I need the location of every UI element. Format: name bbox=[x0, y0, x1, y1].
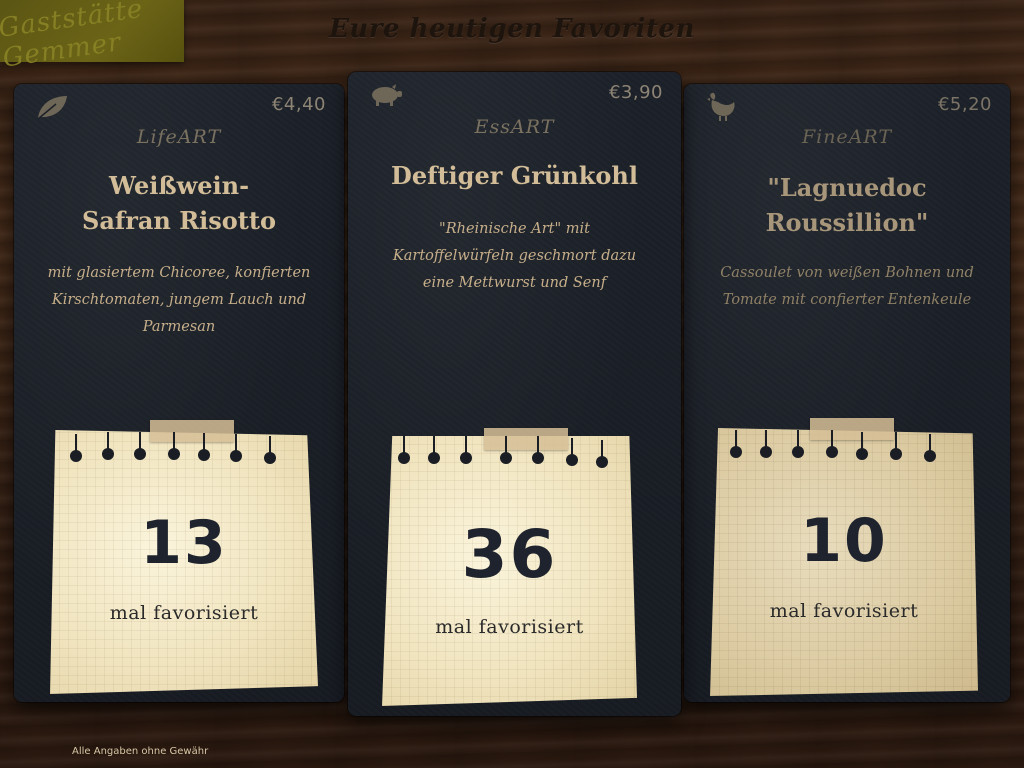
binder-hole bbox=[856, 432, 868, 460]
dish-name-line: Weißwein- bbox=[108, 171, 250, 200]
description-line: Cassoulet von weißen Bohnen und bbox=[720, 265, 974, 281]
dish-name-line: Deftiger Grünkohl bbox=[391, 161, 638, 190]
binder-hole bbox=[460, 436, 472, 464]
binder-hole bbox=[134, 432, 146, 460]
dish-name-line: "Lagnuedoc bbox=[767, 173, 927, 202]
description-line: eine Mettwurst und Senf bbox=[422, 275, 607, 291]
description-line: mit glasiertem Chicoree, konfierten bbox=[47, 265, 311, 281]
description-line: Kirschtomaten, jungem Lauch und bbox=[51, 292, 307, 308]
dish-description: Cassoulet von weißen Bohnen und Tomate m… bbox=[706, 260, 988, 314]
binder-hole bbox=[566, 438, 578, 466]
binder-hole bbox=[198, 433, 210, 461]
favorite-card-fineart[interactable]: €5,20 FineART "Lagnuedoc Roussillion" Ca… bbox=[684, 84, 1010, 702]
dish-description: "Rheinische Art" mit Kartoffelwürfeln ge… bbox=[370, 216, 659, 297]
description-line: Kartoffelwürfeln geschmort dazu bbox=[392, 248, 637, 264]
description-line: "Rheinische Art" mit bbox=[439, 221, 590, 237]
price: €5,20 bbox=[937, 94, 992, 115]
binder-hole bbox=[730, 430, 742, 458]
category-label: FineART bbox=[801, 126, 893, 148]
favorite-card-lifeart[interactable]: €4,40 LifeART Weißwein- Safran Risotto m… bbox=[14, 84, 344, 702]
chicken-icon bbox=[707, 92, 735, 121]
favorite-count: 36 bbox=[461, 516, 558, 593]
binder-hole bbox=[230, 434, 242, 462]
binder-hole bbox=[890, 432, 902, 460]
binder-hole bbox=[500, 436, 512, 464]
pig-icon bbox=[372, 84, 402, 106]
favorite-count-note: 36 mal favorisiert bbox=[382, 436, 637, 706]
disclaimer-text: Alle Angaben ohne Gewähr bbox=[72, 746, 209, 757]
category-label: EssART bbox=[474, 116, 555, 138]
binder-hole bbox=[760, 430, 772, 458]
dish-name-line: Safran Risotto bbox=[82, 206, 276, 235]
description-line: Tomate mit confierter Entenkeule bbox=[722, 292, 972, 308]
favorite-count-label: mal favorisiert bbox=[435, 616, 584, 638]
tape-strip bbox=[810, 418, 894, 440]
leaf-icon bbox=[37, 96, 67, 120]
dish-name: Deftiger Grünkohl bbox=[358, 158, 671, 193]
binder-hole bbox=[168, 432, 180, 460]
binder-hole bbox=[264, 436, 276, 464]
favorite-count: 13 bbox=[140, 508, 228, 578]
favorite-count: 10 bbox=[800, 506, 888, 576]
binder-hole bbox=[532, 436, 544, 464]
page-title: Eure heutigen Favoriten bbox=[329, 14, 695, 44]
description-line: Parmesan bbox=[142, 319, 216, 335]
price: €4,40 bbox=[271, 94, 326, 115]
tape-strip bbox=[150, 420, 234, 442]
binder-hole bbox=[924, 434, 936, 462]
binder-hole bbox=[70, 434, 82, 462]
binder-hole bbox=[428, 436, 440, 464]
binder-hole bbox=[826, 430, 838, 458]
dish-description: mit glasiertem Chicoree, konfierten Kirs… bbox=[36, 260, 322, 341]
binder-hole bbox=[398, 436, 410, 464]
tape-strip bbox=[484, 428, 568, 450]
dish-name: Weißwein- Safran Risotto bbox=[24, 168, 334, 238]
favorite-count-label: mal favorisiert bbox=[109, 602, 259, 624]
price: €3,90 bbox=[608, 82, 663, 103]
category-label: LifeART bbox=[136, 126, 222, 148]
binder-hole bbox=[596, 440, 608, 468]
favorite-count-note: 10 mal favorisiert bbox=[710, 428, 978, 696]
favorite-count-note: 13 mal favorisiert bbox=[50, 430, 318, 694]
binder-hole bbox=[102, 432, 114, 460]
dish-name: "Lagnuedoc Roussillion" bbox=[694, 170, 1000, 240]
favorite-card-essart[interactable]: €3,90 EssART Deftiger Grünkohl "Rheinisc… bbox=[348, 72, 681, 716]
favorite-count-label: mal favorisiert bbox=[769, 600, 919, 622]
binder-hole bbox=[792, 430, 804, 458]
dish-name-line: Roussillion" bbox=[765, 208, 929, 237]
